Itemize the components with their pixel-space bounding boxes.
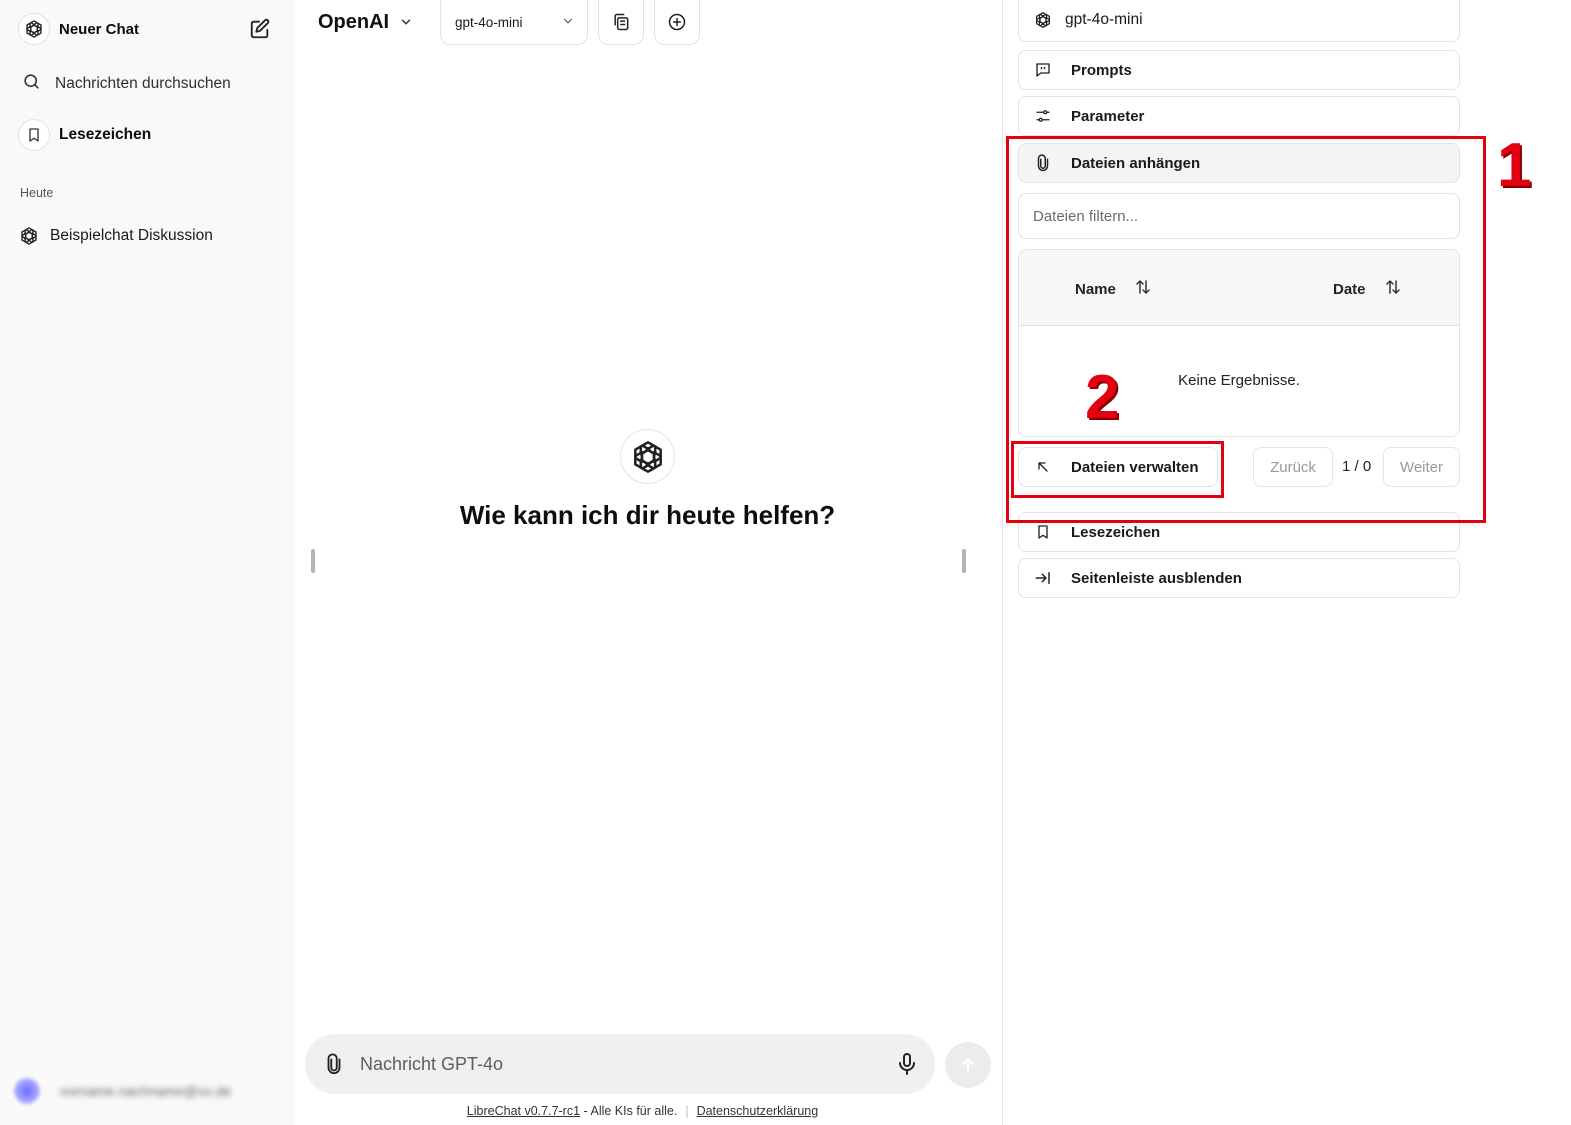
chevron-down-icon <box>561 14 575 33</box>
bookmarks-label: Lesezeichen <box>59 126 152 143</box>
prompts-icon <box>1033 60 1053 80</box>
privacy-link[interactable]: Datenschutzerklärung <box>697 1104 819 1118</box>
microphone-icon[interactable] <box>895 1051 919 1082</box>
search-label: Nachrichten durchsuchen <box>55 75 231 92</box>
new-conversation-button[interactable] <box>654 0 700 45</box>
user-menu[interactable]: vorname.nachname@xx.de <box>14 1078 231 1104</box>
endpoint-label: OpenAI <box>318 10 390 33</box>
model-select-label: gpt-4o-mini <box>455 14 523 30</box>
chevron-down-icon <box>399 15 413 29</box>
message-input[interactable] <box>360 1048 880 1080</box>
annotation-label-2: 2 <box>1085 363 1120 432</box>
bookmark-icon <box>1033 522 1053 542</box>
plus-circle-icon <box>667 12 687 32</box>
section-heading-today: Heute <box>20 186 54 200</box>
parameters-label: Parameter <box>1071 107 1145 125</box>
search-icon <box>22 72 41 96</box>
conversation-item[interactable]: Beispielchat Diskussion <box>18 222 268 250</box>
sliders-icon <box>1033 106 1053 126</box>
panel-bookmarks-label: Lesezeichen <box>1071 523 1161 541</box>
copy-conversation-button[interactable] <box>598 0 644 45</box>
annotation-box-2 <box>1011 441 1224 498</box>
send-button[interactable] <box>945 1042 991 1088</box>
user-email: vorname.nachname@xx.de <box>60 1083 232 1099</box>
copy-icon <box>611 12 631 32</box>
endpoint-selector[interactable]: OpenAI <box>318 9 413 35</box>
right-resize-handle[interactable] <box>962 549 966 573</box>
welcome-heading: Wie kann ich dir heute helfen? <box>459 500 836 530</box>
model-select[interactable]: gpt-4o-mini <box>440 0 588 45</box>
arrow-up-icon <box>958 1055 978 1075</box>
message-composer <box>305 1034 935 1094</box>
openai-logo-icon <box>18 13 50 45</box>
bookmark-icon <box>18 119 50 151</box>
avatar <box>14 1078 40 1104</box>
panel-model-button[interactable]: gpt-4o-mini <box>1018 0 1460 42</box>
conversation-title: Beispielchat Diskussion <box>50 227 213 244</box>
hide-sidebar-label: Seitenleiste ausblenden <box>1071 569 1242 587</box>
left-resize-handle[interactable] <box>311 549 315 573</box>
footer-tagline: - Alle KIs für alle. <box>580 1104 678 1118</box>
openai-logo-icon <box>620 429 675 484</box>
search-messages[interactable]: Nachrichten durchsuchen <box>22 72 231 96</box>
parameters-button[interactable]: Parameter <box>1018 96 1460 136</box>
openai-logo-icon <box>1033 10 1053 30</box>
panel-divider <box>1002 0 1003 1125</box>
sidebar-bookmarks[interactable]: Lesezeichen <box>18 119 151 151</box>
version-link[interactable]: LibreChat v0.7.7-rc1 <box>467 1104 580 1118</box>
prompts-button[interactable]: Prompts <box>1018 50 1460 90</box>
prompts-label: Prompts <box>1071 61 1132 79</box>
panel-model-label: gpt-4o-mini <box>1065 10 1143 28</box>
arrow-right-bar-icon <box>1033 568 1053 588</box>
left-sidebar: Neuer Chat Nachrichten durchsuchen Lesez… <box>0 0 295 1125</box>
edit-icon[interactable] <box>248 17 272 41</box>
annotation-label-1: 1 <box>1497 131 1532 200</box>
footer: LibreChat v0.7.7-rc1 - Alle KIs für alle… <box>310 1104 975 1118</box>
new-chat-button[interactable]: Neuer Chat <box>18 13 139 45</box>
hide-sidebar-button[interactable]: Seitenleiste ausblenden <box>1018 558 1460 598</box>
footer-separator: | <box>685 1104 689 1118</box>
new-chat-label: Neuer Chat <box>59 20 140 38</box>
openai-logo-icon <box>18 225 40 247</box>
paperclip-icon[interactable] <box>323 1052 345 1081</box>
